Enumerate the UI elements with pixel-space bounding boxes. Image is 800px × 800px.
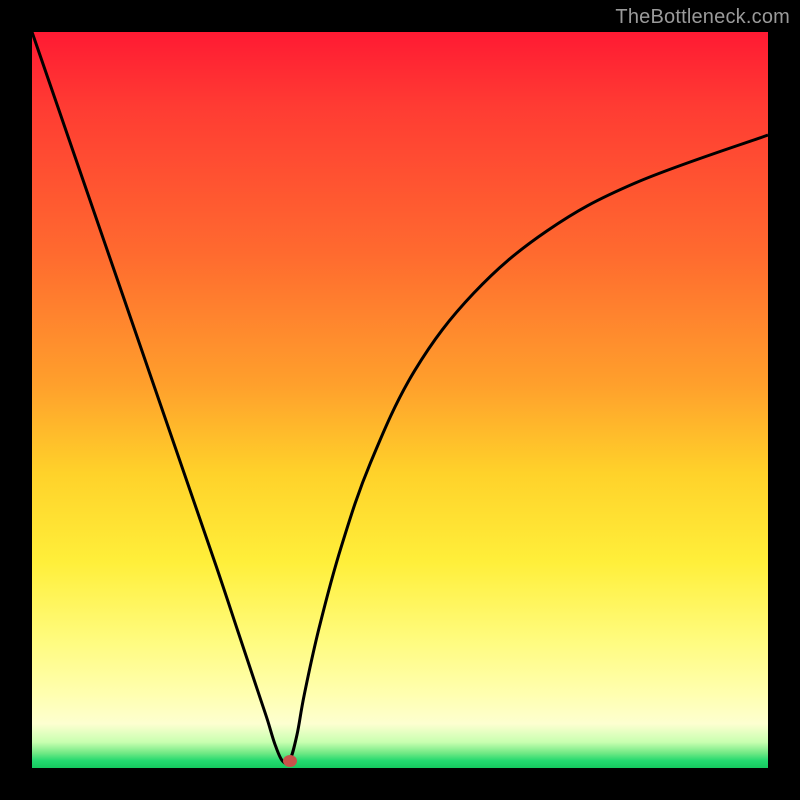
bottleneck-curve-path: [32, 32, 768, 764]
bottleneck-curve-svg: [32, 32, 768, 768]
attribution-text: TheBottleneck.com: [615, 6, 790, 29]
optimal-point-marker: [283, 755, 297, 767]
plot-area: [32, 32, 768, 768]
chart-frame: TheBottleneck.com: [0, 0, 800, 800]
